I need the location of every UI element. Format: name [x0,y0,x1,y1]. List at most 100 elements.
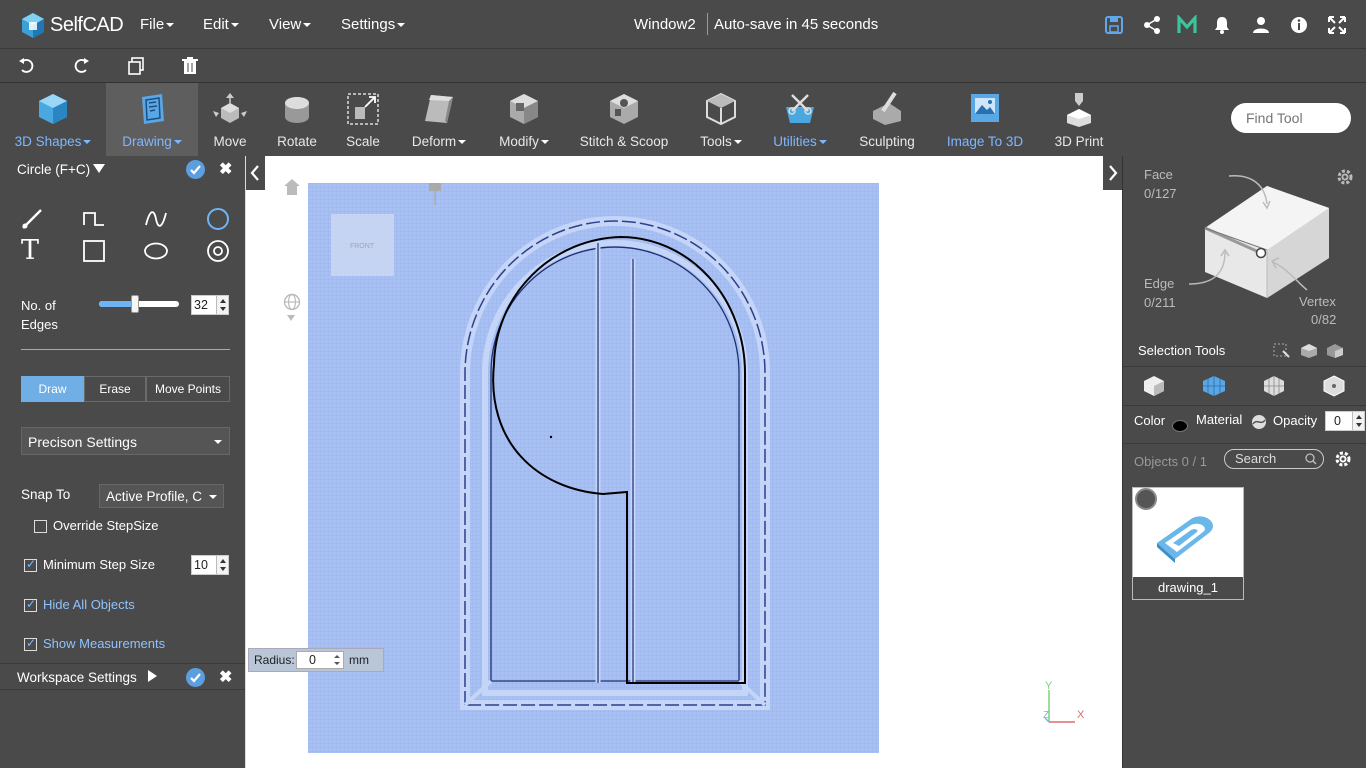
text-tool-icon[interactable]: T [21,237,45,264]
objects-settings-gear-icon[interactable] [1334,450,1352,468]
opacity-label: Opacity [1273,413,1318,428]
search-icon[interactable] [1305,453,1317,465]
tool-rotate[interactable]: Rotate [265,83,329,156]
globe-dropdown-icon[interactable] [287,315,295,321]
collapse-arrow-icon[interactable] [93,164,105,173]
color-swatch[interactable] [1172,420,1188,432]
box-select-icon[interactable] [1273,343,1291,359]
stepper-arrows-icon[interactable] [216,296,228,314]
confirm-button[interactable] [186,668,205,687]
edges-slider-handle[interactable] [131,295,139,313]
edge-mode-icon[interactable] [1263,375,1285,397]
override-stepsize-checkbox[interactable] [34,520,47,533]
stepper-arrows-icon[interactable] [333,653,341,667]
tool-modify[interactable]: Modify [490,83,558,156]
curve-icon[interactable] [144,207,168,231]
min-step-stepper[interactable]: 10 [191,555,229,575]
expand-arrow-icon[interactable] [148,670,157,682]
tool-sculpting[interactable]: Sculpting [852,83,922,156]
view-cube[interactable]: FRONT [331,214,394,276]
ellipse-icon[interactable] [144,239,168,263]
select-all-icon[interactable] [1326,343,1344,359]
object-select-toggle[interactable] [1135,488,1157,510]
tool-3d-shapes[interactable]: 3D Shapes [8,83,98,156]
settings-gear-icon[interactable] [1336,168,1354,186]
globe-icon[interactable] [283,293,301,311]
bell-icon[interactable] [1212,15,1232,35]
mode-draw-button[interactable]: Draw [21,376,84,402]
radius-unit: mm [349,653,369,667]
select-parts-icon[interactable] [1300,343,1318,359]
stepper-arrows-icon[interactable] [216,556,228,574]
circle-tool-icon[interactable] [206,207,230,231]
drawing-canvas[interactable]: FRONT [308,183,879,753]
tool-stitch-scoop[interactable]: Stitch & Scoop [575,83,673,156]
window-title[interactable]: Window2 [634,16,696,33]
stepper-arrows-icon[interactable] [1352,412,1364,430]
brush-icon[interactable] [20,207,44,231]
menu-view[interactable]: View [269,16,312,33]
edges-slider[interactable] [99,295,179,313]
edges-stepper[interactable]: 32 [191,295,229,315]
radius-input-box[interactable]: Radius: 0 mm [248,648,384,672]
3d-viewport[interactable]: FRONT Radius: 0 mm Y X Z [245,156,1122,768]
min-step-checkbox[interactable] [24,557,37,572]
info-icon[interactable] [1289,15,1309,35]
mode-move-points-button[interactable]: Move Points [146,376,230,402]
circle-panel-header[interactable]: Circle (F+C) ✖ [0,156,245,182]
menu-file[interactable]: File [140,16,175,33]
mode-erase-button[interactable]: Erase [84,376,146,402]
tool-drawing[interactable]: Drawing [106,83,198,156]
chevron-down-icon [818,140,827,145]
hide-all-checkbox[interactable] [24,597,37,612]
opacity-stepper[interactable]: 0 [1325,411,1365,431]
selfcad-logo[interactable]: SelfCAD [20,10,124,40]
fullscreen-icon[interactable] [1327,15,1347,35]
tool-utilities[interactable]: Utilities [766,83,834,156]
workspace-settings-header[interactable]: Workspace Settings ✖ [0,663,245,689]
ring-icon[interactable] [206,239,230,263]
collapse-right-panel-button[interactable] [1103,156,1122,190]
redo-icon[interactable] [72,57,90,75]
material-sphere-icon[interactable] [1251,414,1267,430]
find-tool-input[interactable] [1231,103,1351,133]
radius-field[interactable]: 0 [296,651,344,669]
utilities-icon [786,94,814,123]
divider [21,349,230,350]
close-icon[interactable]: ✖ [219,667,232,687]
objects-bar-divider [1123,443,1366,444]
save-icon[interactable] [1104,15,1124,35]
edge-label: Edge [1144,276,1175,291]
home-view-icon[interactable] [283,178,301,196]
menu-settings[interactable]: Settings [341,16,406,33]
share-icon[interactable] [1142,15,1162,35]
tool-move[interactable]: Move [202,83,258,156]
object-search-input[interactable]: Search [1224,449,1324,469]
confirm-button[interactable] [186,160,205,179]
copy-icon[interactable] [127,57,145,75]
face-mode-icon[interactable] [1202,375,1226,397]
close-icon[interactable]: ✖ [219,159,232,179]
snap-to-select[interactable]: Active Profile, C [99,484,224,508]
show-measurements-checkbox[interactable] [24,636,37,651]
image-to-3d-icon [971,94,999,122]
user-icon[interactable] [1251,15,1271,35]
chevron-left-icon [250,165,259,181]
tool-deform[interactable]: Deform [404,83,474,156]
tool-image-to-3d[interactable]: Image To 3D [940,83,1030,156]
tool-tools[interactable]: Tools [690,83,752,156]
myminifactory-icon[interactable] [1177,15,1197,35]
vertex-pointer-arrow [1270,257,1308,291]
trash-icon[interactable] [181,57,199,75]
menu-edit[interactable]: Edit [203,16,239,33]
rectangle-icon[interactable] [82,239,106,263]
precision-settings-dropdown[interactable]: Precison Settings [21,427,230,455]
object-card-drawing-1[interactable]: drawing_1 [1132,487,1244,600]
tool-3d-print[interactable]: 3D Print [1048,83,1110,156]
collapse-left-panel-button[interactable] [246,156,265,190]
vertex-mode-icon[interactable] [1323,375,1345,397]
polyline-icon[interactable] [82,207,106,231]
undo-icon[interactable] [18,57,36,75]
object-mode-icon[interactable] [1143,375,1165,397]
tool-scale[interactable]: Scale [334,83,392,156]
